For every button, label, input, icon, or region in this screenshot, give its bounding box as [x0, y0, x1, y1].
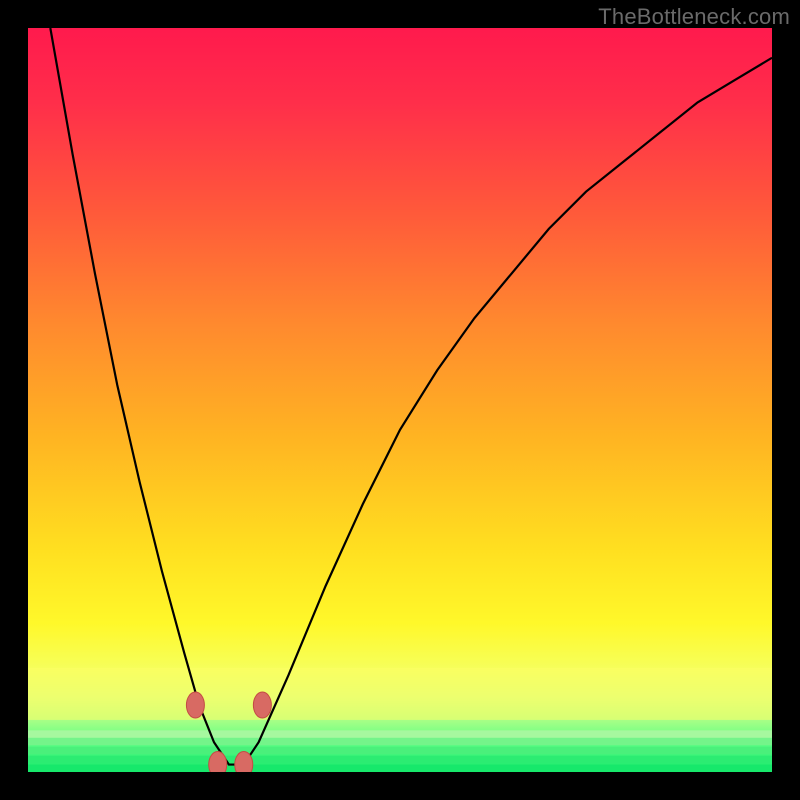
watermark-text: TheBottleneck.com	[598, 4, 790, 30]
curve-marker	[209, 752, 227, 772]
optimal-band	[28, 668, 772, 720]
gradient-background	[28, 28, 772, 772]
bottleneck-plot	[28, 28, 772, 772]
curve-marker	[186, 692, 204, 718]
green-bottom-strips	[28, 730, 772, 772]
curve-marker	[235, 752, 253, 772]
curve-marker	[253, 692, 271, 718]
chart-frame	[28, 28, 772, 772]
